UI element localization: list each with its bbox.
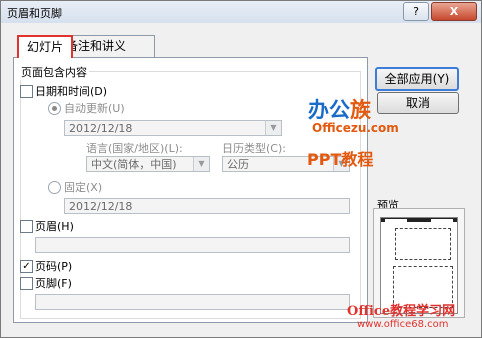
chevron-down-icon: ▼	[193, 157, 209, 171]
ppt-tutorial-watermark: PPT教程	[307, 150, 374, 169]
apply-all-button[interactable]: 全部应用(Y)	[375, 67, 459, 91]
footer-checkbox[interactable]	[20, 277, 33, 290]
auto-update-date-value: 2012/12/18	[69, 122, 133, 135]
date-time-checkbox[interactable]	[20, 85, 33, 98]
auto-update-radio[interactable]	[48, 102, 61, 115]
language-label: 语言(国家/地区)(L):	[86, 142, 183, 155]
brand-accent: 族	[350, 98, 371, 122]
language-value: 中文(简体，中国)	[91, 158, 177, 171]
page-number-checkbox[interactable]: ✓	[20, 260, 33, 273]
language-select[interactable]: 中文(简体，中国) ▼	[86, 156, 210, 172]
calendar-label: 日历类型(C):	[222, 142, 286, 155]
fixed-label: 固定(X)	[64, 181, 103, 194]
header-label: 页眉(H)	[35, 220, 74, 233]
header-input[interactable]	[35, 237, 350, 253]
fixed-date-input[interactable]: 2012/12/18	[64, 198, 350, 214]
close-button[interactable]: X	[431, 2, 477, 21]
auto-update-date-select[interactable]: 2012/12/18 ▼	[64, 120, 282, 136]
date-time-label: 日期和时间(D)	[35, 85, 108, 98]
page-number-label: 页码(P)	[35, 260, 73, 273]
preview-header-placeholder	[431, 219, 453, 222]
header-checkbox[interactable]	[20, 220, 33, 233]
preview-header-placeholder	[385, 219, 407, 222]
header-footer-dialog: 页眉和页脚 ? X 幻灯片 备注和讲义 页面包含内容 日期和时间(D) 自动更新…	[0, 0, 482, 338]
footer-input[interactable]	[35, 294, 350, 310]
cancel-button[interactable]: 取消	[377, 92, 459, 114]
tab-notes-handouts[interactable]: 备注和讲义	[59, 35, 155, 57]
brand-watermark: 办公族	[308, 94, 371, 124]
window-title: 页眉和页脚	[7, 7, 62, 20]
auto-update-label: 自动更新(U)	[64, 102, 125, 115]
tab-slide[interactable]: 幻灯片	[17, 35, 73, 58]
help-button[interactable]: ?	[403, 2, 429, 21]
preview-title-placeholder	[395, 228, 451, 260]
calendar-value: 公历	[227, 158, 249, 171]
group-label: 页面包含内容	[19, 64, 89, 80]
site-url-watermark: www.office68.com	[357, 319, 449, 330]
title-bar: 页眉和页脚 ? X	[1, 1, 481, 23]
fixed-date-value: 2012/12/18	[69, 200, 133, 213]
brand-main: 办公	[308, 98, 350, 122]
brand-url-watermark: Officezu.com	[312, 121, 399, 135]
chevron-down-icon: ▼	[265, 121, 281, 135]
fixed-radio[interactable]	[48, 181, 61, 194]
footer-label: 页脚(F)	[35, 277, 72, 290]
site-name-watermark: Office教程学习网	[347, 304, 456, 319]
